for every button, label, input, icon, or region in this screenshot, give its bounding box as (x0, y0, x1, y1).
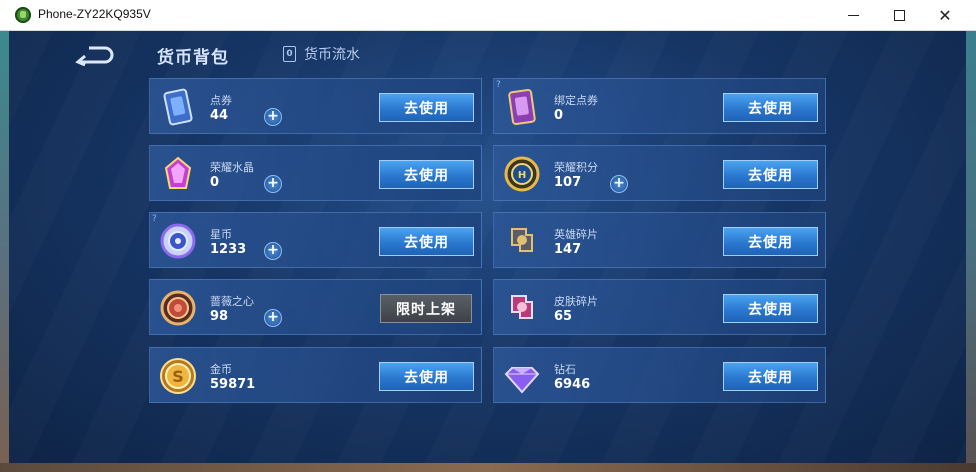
currency-amount: 59871 (210, 377, 256, 392)
currency-amount: 1233 (210, 242, 247, 257)
currency-card: 皮肤碎片 65 去使用 (493, 279, 826, 335)
android-app-icon (15, 7, 31, 23)
currency-card: 荣耀水晶 0 + 去使用 (149, 145, 482, 201)
tab-currency-flow[interactable]: 0 货币流水 (283, 44, 360, 64)
add-currency-button[interactable]: + (264, 242, 282, 260)
currency-card: S 金币 59871 去使用 (149, 347, 482, 403)
currency-name: 荣耀积分 (554, 161, 598, 174)
add-currency-button[interactable]: + (264, 309, 282, 327)
use-button[interactable]: 去使用 (379, 362, 474, 391)
desktop-background-bottom (0, 463, 976, 472)
currency-amount: 65 (554, 309, 573, 324)
svg-text:H: H (518, 170, 526, 181)
use-button[interactable]: 去使用 (723, 227, 818, 256)
use-button[interactable]: 去使用 (723, 294, 818, 323)
currency-amount: 147 (554, 242, 582, 257)
star-coin-icon (158, 221, 198, 261)
currency-name: 英雄碎片 (554, 228, 598, 241)
use-button[interactable]: 去使用 (379, 227, 474, 256)
voucher-card-icon (158, 87, 198, 127)
skin-fragment-icon (502, 288, 542, 328)
currency-name: 钻石 (554, 363, 576, 376)
glory-points-icon: H (502, 154, 542, 194)
help-icon[interactable]: ? (496, 80, 501, 90)
svg-text:S: S (172, 367, 184, 386)
diamond-icon (502, 356, 542, 396)
back-arrow-icon[interactable] (75, 44, 115, 66)
use-button[interactable]: 去使用 (379, 93, 474, 122)
use-button[interactable]: 去使用 (723, 362, 818, 391)
currency-name: 绑定点券 (554, 94, 598, 107)
desktop-background-left (0, 31, 9, 472)
currency-amount: 44 (210, 108, 229, 123)
currency-amount: 0 (210, 175, 220, 190)
currency-card: ? 绑定点券 0 去使用 (493, 78, 826, 134)
rose-heart-icon (158, 288, 198, 328)
limited-time-button[interactable]: 限时上架 (380, 294, 472, 323)
maximize-icon (893, 10, 905, 21)
minimize-icon (847, 15, 859, 16)
currency-name: 蔷薇之心 (210, 295, 254, 308)
desktop-background-right (966, 31, 976, 472)
add-currency-button[interactable]: + (264, 108, 282, 126)
add-currency-button[interactable]: + (264, 175, 282, 193)
hero-fragment-icon (502, 221, 542, 261)
currency-amount: 98 (210, 309, 229, 324)
glory-crystal-icon (158, 154, 198, 194)
window-title: Phone-ZY22KQ935V (38, 7, 151, 21)
title-bar: Phone-ZY22KQ935V ✕ (0, 0, 976, 31)
currency-name: 金币 (210, 363, 232, 376)
gold-coin-icon: S (158, 356, 198, 396)
currency-card: 点券 44 + 去使用 (149, 78, 482, 134)
currency-amount: 107 (554, 175, 582, 190)
game-screen: 货币背包 0 货币流水 点券 44 + 去使用? 绑定点券 0 去使用 荣耀水晶 0 + 去使用 H 荣… (9, 31, 966, 463)
currency-amount: 6946 (554, 377, 591, 392)
help-icon[interactable]: ? (152, 214, 157, 224)
currency-name: 点券 (210, 94, 232, 107)
use-button[interactable]: 去使用 (723, 160, 818, 189)
close-button[interactable]: ✕ (922, 0, 968, 31)
tab-currency-flow-label: 货币流水 (304, 47, 360, 63)
minimize-button[interactable] (830, 0, 876, 31)
record-icon: 0 (283, 46, 296, 62)
page-title: 货币背包 (157, 48, 229, 68)
currency-amount: 0 (554, 108, 564, 123)
currency-card: H 荣耀积分 107 + 去使用 (493, 145, 826, 201)
currency-card: 蔷薇之心 98 + 限时上架 (149, 279, 482, 335)
maximize-button[interactable] (876, 0, 922, 31)
close-icon: ✕ (938, 5, 952, 25)
use-button[interactable]: 去使用 (379, 160, 474, 189)
add-currency-button[interactable]: + (610, 175, 628, 193)
currency-name: 星币 (210, 228, 232, 241)
app-window: Phone-ZY22KQ935V ✕ 货币背包 0 货币流水 点券 44 + 去使用?… (0, 0, 976, 472)
currency-card: 钻石 6946 去使用 (493, 347, 826, 403)
currency-card: ? 星币 1233 + 去使用 (149, 212, 482, 268)
bound-voucher-card-icon (502, 87, 542, 127)
currency-name: 荣耀水晶 (210, 161, 254, 174)
use-button[interactable]: 去使用 (723, 93, 818, 122)
currency-name: 皮肤碎片 (554, 295, 598, 308)
currency-card: 英雄碎片 147 去使用 (493, 212, 826, 268)
